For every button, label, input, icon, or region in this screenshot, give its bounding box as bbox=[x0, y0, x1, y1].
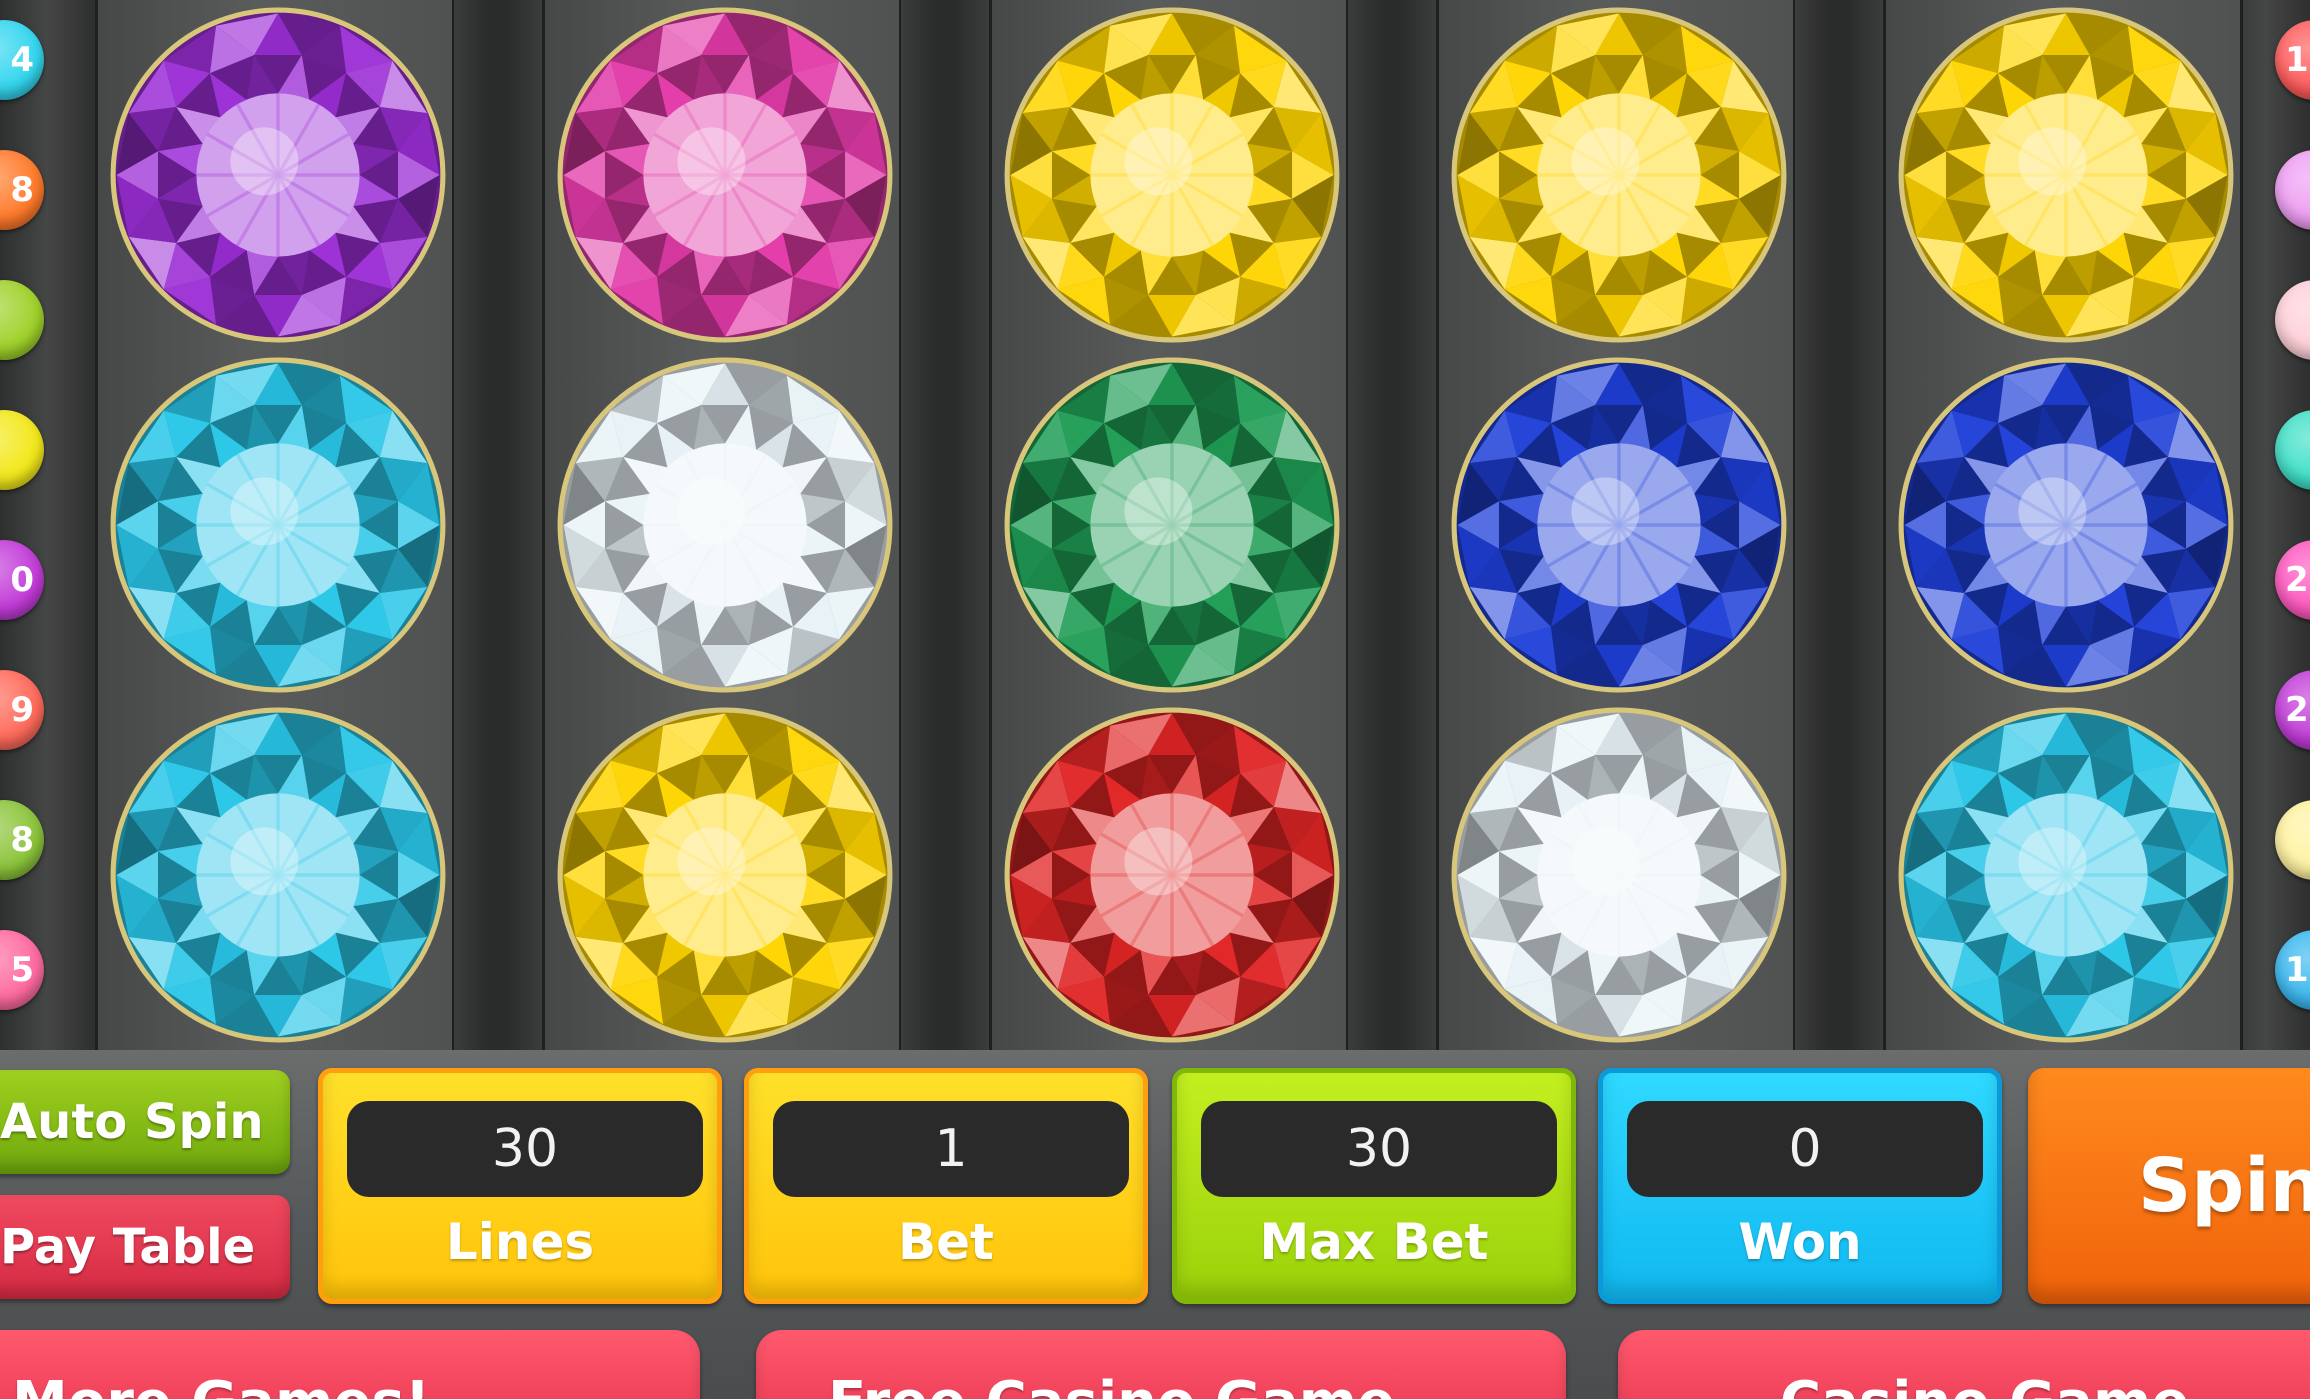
pay-table-button[interactable]: Pay Table bbox=[0, 1195, 290, 1299]
yellow-gem-icon bbox=[992, 0, 1352, 350]
blue-gem-icon bbox=[1886, 350, 2246, 700]
reel-divider bbox=[1795, 0, 1883, 1050]
green-gem-icon bbox=[992, 350, 1352, 700]
reel-1 bbox=[95, 0, 455, 1050]
bet-control[interactable]: 1 Bet bbox=[744, 1068, 1148, 1304]
max-bet-value: 30 bbox=[1201, 1101, 1557, 1197]
reels-area bbox=[95, 0, 2243, 1050]
casino-game-button[interactable]: Casino Game bbox=[1618, 1330, 2310, 1399]
cyan-gem-icon bbox=[1886, 700, 2246, 1050]
auto-spin-button[interactable]: Auto Spin bbox=[0, 1070, 290, 1174]
bet-label: Bet bbox=[898, 1213, 994, 1271]
reel-4 bbox=[1436, 0, 1796, 1050]
bet-value: 1 bbox=[773, 1101, 1129, 1197]
max-bet-label: Max Bet bbox=[1259, 1213, 1489, 1271]
lines-value: 30 bbox=[347, 1101, 703, 1197]
lines-control[interactable]: 30 Lines bbox=[318, 1068, 722, 1304]
red-gem-icon bbox=[992, 700, 1352, 1050]
yellow-gem-icon bbox=[1886, 0, 2246, 350]
yellow-gem-icon bbox=[545, 700, 905, 1050]
won-display: 0 Won bbox=[1598, 1068, 2002, 1304]
reel-divider bbox=[901, 0, 989, 1050]
cyan-gem-icon bbox=[98, 350, 458, 700]
free-casino-game-button[interactable]: Free Casino Game bbox=[756, 1330, 1566, 1399]
won-label: Won bbox=[1738, 1213, 1862, 1271]
reel-3 bbox=[989, 0, 1349, 1050]
blue-gem-icon bbox=[1439, 350, 1799, 700]
control-panel: Auto Spin Pay Table 30 Lines 1 Bet 30 Ma… bbox=[0, 1050, 2310, 1399]
max-bet-button[interactable]: 30 Max Bet bbox=[1172, 1068, 1576, 1304]
yellow-gem-icon bbox=[1439, 0, 1799, 350]
reel-5 bbox=[1883, 0, 2243, 1050]
reel-divider bbox=[1348, 0, 1436, 1050]
reel-divider bbox=[454, 0, 542, 1050]
won-value: 0 bbox=[1627, 1101, 1983, 1197]
white-gem-icon bbox=[1439, 700, 1799, 1050]
slot-machine-screen: 4809851221 Auto Spin Pay Table 30 Lines … bbox=[0, 0, 2310, 1399]
pink-gem-icon bbox=[545, 0, 905, 350]
white-gem-icon bbox=[545, 350, 905, 700]
cyan-gem-icon bbox=[98, 700, 458, 1050]
more-games-button[interactable]: More Games! bbox=[0, 1330, 700, 1399]
reel-2 bbox=[542, 0, 902, 1050]
spin-button[interactable]: Spin! bbox=[2028, 1068, 2310, 1304]
lines-label: Lines bbox=[445, 1213, 595, 1271]
purple-gem-icon bbox=[98, 0, 458, 350]
